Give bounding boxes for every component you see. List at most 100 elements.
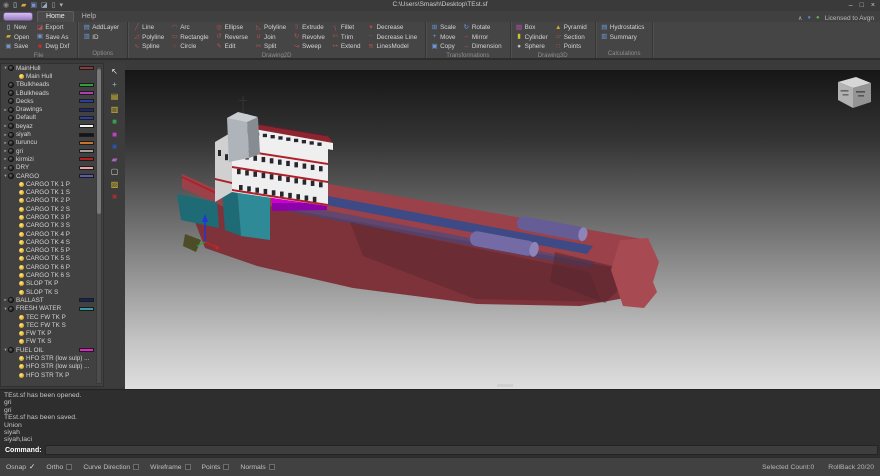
layer-color-swatch[interactable] bbox=[79, 133, 94, 137]
layer-color-yellow-icon[interactable]: ▨ bbox=[108, 180, 121, 190]
tree-item-beyaz[interactable]: ▸beyaz bbox=[1, 122, 103, 130]
info-icon[interactable]: ● bbox=[807, 15, 811, 22]
ribbon-linesmodel-button[interactable]: ≋LinesModel bbox=[365, 42, 419, 52]
save-icon[interactable]: ▣ bbox=[30, 2, 37, 9]
ribbon-edit-button[interactable]: ✎Edit bbox=[214, 42, 250, 52]
ribbon-hydrostatics-button[interactable]: ▤Hydrostatics bbox=[599, 23, 647, 33]
tree-item-tec-fw-tk-s[interactable]: TEC FW TK S bbox=[1, 321, 103, 329]
tree-item-fw-tk-s[interactable]: FW TK S bbox=[1, 338, 103, 346]
ribbon-new-button[interactable]: ▯New bbox=[3, 23, 31, 33]
tree-item-tec-fw-tk-p[interactable]: TEC FW TK P bbox=[1, 313, 103, 321]
ribbon-ellipse-button[interactable]: ◎Ellipse bbox=[214, 23, 250, 33]
layer-color-swatch[interactable] bbox=[79, 91, 94, 95]
collapse-ribbon-icon[interactable]: ∧ bbox=[798, 15, 802, 22]
layer-color-swatch[interactable] bbox=[79, 174, 94, 178]
layer-color-magenta-icon[interactable]: ■ bbox=[108, 130, 121, 140]
ribbon-reverse-button[interactable]: ↺Reverse bbox=[214, 33, 250, 43]
ribbon-decrease-line-button[interactable]: ┄Decrease Line bbox=[365, 33, 419, 43]
tree-item-main-hull[interactable]: Main Hull bbox=[1, 72, 103, 80]
tree-item-cargo-tk-4-p[interactable]: CARGO TK 4 P bbox=[1, 230, 103, 238]
ribbon-move-button[interactable]: +Move bbox=[429, 33, 458, 43]
ribbon-split-button[interactable]: ✂Split bbox=[253, 42, 288, 52]
layer-color-swatch[interactable] bbox=[79, 66, 94, 70]
tree-item-hfo-str-low-sulp[interactable]: HFO STR (low sulp) ... bbox=[1, 354, 103, 362]
ribbon-dwg-dxf-button[interactable]: ■Dwg Dxf bbox=[34, 42, 71, 52]
ribbon-sphere-button[interactable]: ●Sphere bbox=[514, 42, 550, 52]
tree-scrollbar[interactable] bbox=[96, 66, 102, 384]
tree-item-cargo-tk-3-p[interactable]: CARGO TK 3 P bbox=[1, 213, 103, 221]
layer-color-green-icon[interactable]: ■ bbox=[108, 117, 121, 127]
layer-color-swatch[interactable] bbox=[79, 116, 94, 120]
tree-item-cargo-tk-3-s[interactable]: CARGO TK 3 S bbox=[1, 222, 103, 230]
tree-item-cargo-tk-2-s[interactable]: CARGO TK 2 S bbox=[1, 205, 103, 213]
ribbon-save-as-button[interactable]: ▣Save As bbox=[34, 33, 71, 43]
ribbon-decrease-button[interactable]: ▾Decrease bbox=[365, 23, 419, 33]
tree-item-hfo-str-tk-p[interactable]: HFO STR TK P bbox=[1, 371, 103, 379]
tree-item-cargo-tk-2-p[interactable]: CARGO TK 2 P bbox=[1, 197, 103, 205]
tree-item-slop-tk-s[interactable]: SLOP TK S bbox=[1, 288, 103, 296]
ribbon-arc-button[interactable]: ◠Arc bbox=[169, 23, 210, 33]
close-button[interactable]: × bbox=[871, 2, 875, 9]
add-layer-icon[interactable]: ▥ bbox=[108, 105, 121, 115]
tree-item-lbulkheads[interactable]: LBulkheads bbox=[1, 89, 103, 97]
tree-item-gri[interactable]: ▸gri bbox=[1, 147, 103, 155]
tab-home[interactable]: Home bbox=[37, 11, 74, 22]
tree-item-cargo-tk-4-s[interactable]: CARGO TK 4 S bbox=[1, 238, 103, 246]
status-toggle-normals[interactable]: Normals bbox=[240, 463, 274, 471]
tree-item-mainhull[interactable]: ▾MainHull bbox=[1, 64, 103, 72]
app-logo-icon[interactable]: ◉ bbox=[3, 2, 9, 9]
ribbon-trim-button[interactable]: ✄Trim bbox=[330, 33, 363, 43]
tree-item-slop-tk-p[interactable]: SLOP TK P bbox=[1, 280, 103, 288]
tree-item-fw-tk-p[interactable]: FW TK P bbox=[1, 330, 103, 338]
minimize-button[interactable]: – bbox=[849, 2, 853, 9]
ribbon-copy-button[interactable]: ▣Copy bbox=[429, 42, 458, 52]
ribbon-polyline-button[interactable]: ◿Polyline bbox=[131, 33, 166, 43]
layer-color-white-icon[interactable]: ▢ bbox=[108, 167, 121, 177]
ribbon-rectangle-button[interactable]: ▭Rectangle bbox=[169, 33, 210, 43]
folder-icon[interactable]: ▰ bbox=[108, 155, 121, 165]
maximize-button[interactable]: □ bbox=[860, 2, 864, 9]
ribbon-line-button[interactable]: ╱Line bbox=[131, 23, 166, 33]
tree-item-kirmizi[interactable]: ▸kirmizi bbox=[1, 155, 103, 163]
tree-item-cargo-tk-1-p[interactable]: CARGO TK 1 P bbox=[1, 180, 103, 188]
layer-color-swatch[interactable] bbox=[79, 307, 94, 311]
tree-scrollbar-thumb[interactable] bbox=[97, 69, 101, 214]
status-toggle-points[interactable]: Points bbox=[202, 463, 230, 471]
status-toggle-curve-direction[interactable]: Curve Direction bbox=[83, 463, 139, 471]
ribbon-dimension-button[interactable]: ↔Dimension bbox=[461, 42, 504, 52]
command-input[interactable] bbox=[45, 445, 878, 455]
new-document-icon[interactable]: ▯ bbox=[13, 2, 17, 9]
layer-color-swatch[interactable] bbox=[79, 141, 94, 145]
tree-item-drawings[interactable]: ▸Drawings bbox=[1, 105, 103, 113]
tree-item-cargo-tk-6-p[interactable]: CARGO TK 6 P bbox=[1, 263, 103, 271]
ribbon-cylinder-button[interactable]: ▮Cylinder bbox=[514, 33, 550, 43]
tree-item-cargo[interactable]: ▾CARGO bbox=[1, 172, 103, 180]
tree-item-cargo-tk-5-p[interactable]: CARGO TK 5 P bbox=[1, 247, 103, 255]
pan-move-icon[interactable]: + bbox=[108, 80, 121, 90]
ribbon-spline-button[interactable]: ∿Spline bbox=[131, 42, 166, 52]
ribbon-open-button[interactable]: ▰Open bbox=[3, 33, 31, 43]
status-toggle-osnap[interactable]: Osnap✓ bbox=[6, 463, 35, 471]
layers-icon[interactable]: ▤ bbox=[108, 92, 121, 102]
tree-item-ballast[interactable]: ▸BALLAST bbox=[1, 296, 103, 304]
ribbon-polyline-button[interactable]: ◺Polyline bbox=[253, 23, 288, 33]
checked-icon[interactable]: ✓ bbox=[29, 463, 35, 471]
select-cursor-icon[interactable]: ↖ bbox=[108, 67, 121, 77]
ribbon-scale-button[interactable]: ⊞Scale bbox=[429, 23, 458, 33]
open-folder-icon[interactable]: ▰ bbox=[21, 2, 26, 9]
tree-item-siyah[interactable]: ▸siyah bbox=[1, 130, 103, 138]
tree-item-default[interactable]: Default bbox=[1, 114, 103, 122]
ribbon-addlayer-button[interactable]: ▤AddLayer bbox=[81, 23, 121, 33]
layer-color-swatch[interactable] bbox=[79, 124, 94, 128]
layer-color-swatch[interactable] bbox=[79, 166, 94, 170]
status-toggle-ortho[interactable]: Ortho bbox=[46, 463, 72, 471]
tree-item-cargo-tk-1-s[interactable]: CARGO TK 1 S bbox=[1, 188, 103, 196]
layer-color-swatch[interactable] bbox=[79, 83, 94, 87]
ribbon-rotate-button[interactable]: ↻Rotate bbox=[461, 23, 504, 33]
ribbon-extrude-button[interactable]: ⇧Extrude bbox=[291, 23, 327, 33]
checkbox-icon[interactable] bbox=[269, 464, 275, 470]
document-icon[interactable]: ▯ bbox=[52, 2, 56, 9]
tree-item-hfo-str-low-sulp[interactable]: HFO STR (low sulp) ... bbox=[1, 363, 103, 371]
ribbon-revolve-button[interactable]: ↻Revolve bbox=[291, 33, 327, 43]
ribbon-points-button[interactable]: ∷Points bbox=[553, 42, 589, 52]
